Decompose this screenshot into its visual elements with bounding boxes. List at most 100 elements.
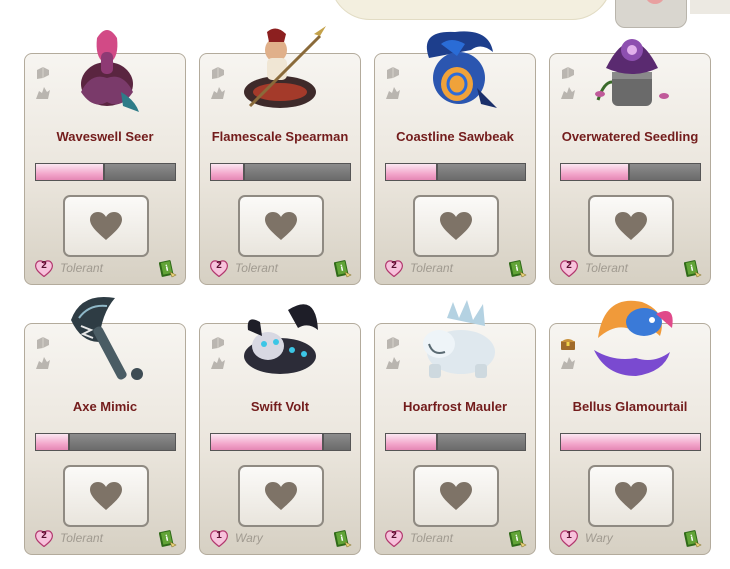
beast-silhouette-icon — [36, 357, 50, 369]
beast-silhouette-icon — [211, 87, 225, 99]
temperament-label: Tolerant — [410, 531, 453, 545]
familiar-badges — [385, 66, 407, 104]
bestiary-book-icon[interactable]: i — [334, 528, 352, 548]
familiar-type-icon — [387, 67, 399, 79]
familiar-type-icon — [37, 67, 49, 79]
heart-icon — [90, 482, 122, 510]
familiar-name: Bellus Glamourtail — [572, 399, 688, 414]
bond-level-number: 2 — [216, 260, 222, 271]
top-decoration-edge — [690, 0, 730, 14]
heart-icon — [440, 482, 472, 510]
heart-icon — [440, 212, 472, 240]
bestiary-book-icon[interactable]: i — [334, 258, 352, 278]
familiar-badges — [560, 66, 582, 104]
familiar-name: Hoarfrost Mauler — [402, 399, 508, 414]
beast-silhouette-icon — [36, 87, 50, 99]
card-footer: 2 Tolerant i — [35, 528, 177, 548]
beast-silhouette-icon — [561, 357, 575, 369]
temperament-label: Tolerant — [410, 261, 453, 275]
storm-wolf-familiar-icon — [244, 304, 318, 374]
familiar-type-icon — [37, 337, 49, 349]
ice-bear-familiar-icon — [423, 300, 495, 378]
bond-progress-fill — [36, 434, 70, 450]
beast-silhouette-icon — [561, 87, 575, 99]
bond-progress-bar — [210, 163, 351, 181]
bond-level-number: 2 — [41, 260, 47, 271]
familiar-card: Flamescale Spearman 2 Tolerant i — [199, 26, 361, 285]
bestiary-book-icon[interactable]: i — [684, 528, 702, 548]
card-footer: 2 Tolerant i — [35, 258, 177, 278]
familiar-type-icon — [212, 67, 224, 79]
familiar-badges — [210, 66, 232, 104]
bond-heart-button[interactable] — [413, 465, 499, 527]
fish-familiar-icon — [594, 300, 673, 376]
card-footer: 1 Wary i — [560, 528, 702, 548]
bond-heart-button[interactable] — [588, 465, 674, 527]
bond-progress-bar — [35, 433, 176, 451]
familiar-badges — [560, 336, 582, 374]
familiar-name: Waveswell Seer — [56, 129, 154, 144]
card-footer: 2 Tolerant i — [210, 258, 352, 278]
bestiary-book-icon[interactable]: i — [509, 528, 527, 548]
bestiary-book-icon[interactable]: i — [509, 258, 527, 278]
bond-progress-fill — [386, 434, 439, 450]
bond-heart-button[interactable] — [413, 195, 499, 257]
bestiary-book-icon[interactable]: i — [159, 528, 177, 548]
temperament-label: Wary — [235, 531, 263, 545]
heart-icon — [265, 212, 297, 240]
bond-progress-bar — [560, 163, 701, 181]
familiar-name: Coastline Sawbeak — [396, 129, 514, 144]
temperament-label: Wary — [585, 531, 613, 545]
bond-progress-bar — [385, 163, 526, 181]
top-decoration — [330, 0, 612, 20]
familiar-badges — [210, 336, 232, 374]
bond-level-number: 2 — [391, 260, 397, 271]
card-footer: 2 Tolerant i — [560, 258, 702, 278]
familiar-card: Overwatered Seedling 2 Tolerant i — [549, 39, 711, 285]
familiar-badges — [35, 66, 57, 104]
bond-level-number: 2 — [41, 530, 47, 541]
heart-icon — [615, 482, 647, 510]
mermaid-familiar-icon — [81, 30, 139, 112]
potted-plant-familiar-icon — [595, 39, 669, 106]
card-footer: 2 Tolerant i — [385, 258, 527, 278]
familiar-card: Swift Volt 1 Wary i — [199, 304, 361, 555]
card-footer: 2 Tolerant i — [385, 528, 527, 548]
familiar-type-icon — [562, 67, 574, 79]
bond-level-number: 1 — [216, 530, 222, 541]
bond-progress-fill — [211, 164, 245, 180]
beast-silhouette-icon — [386, 87, 400, 99]
bond-level-number: 1 — [566, 530, 572, 541]
temperament-label: Tolerant — [60, 531, 103, 545]
heart-icon — [265, 482, 297, 510]
familiar-type-icon — [212, 337, 224, 349]
familiar-badges — [35, 336, 57, 374]
bond-progress-bar — [210, 433, 351, 451]
bond-progress-fill — [561, 164, 630, 180]
bond-progress-fill — [386, 164, 439, 180]
bond-progress-bar — [35, 163, 176, 181]
temperament-label: Tolerant — [235, 261, 278, 275]
bond-progress-fill — [211, 434, 325, 450]
bond-heart-button[interactable] — [63, 195, 149, 257]
familiar-name: Flamescale Spearman — [211, 129, 349, 144]
bond-heart-button[interactable] — [238, 195, 324, 257]
bond-progress-bar — [560, 433, 701, 451]
temperament-label: Tolerant — [585, 261, 628, 275]
bond-progress-fill — [36, 164, 105, 180]
familiar-card: Axe Mimic 2 Tolerant i — [24, 296, 186, 555]
bond-heart-button[interactable] — [238, 465, 324, 527]
bond-progress-fill — [561, 434, 700, 450]
familiar-card: Hoarfrost Mauler 2 Tolerant i — [374, 300, 536, 555]
axe-mimic-familiar-icon — [71, 296, 143, 380]
familiar-card: Bellus Glamourtail 1 Wary i — [549, 300, 711, 555]
bestiary-book-icon[interactable]: i — [684, 258, 702, 278]
bond-heart-button[interactable] — [63, 465, 149, 527]
temperament-label: Tolerant — [60, 261, 103, 275]
familiar-card: Waveswell Seer 2 Tolerant i — [24, 30, 186, 285]
bond-heart-button[interactable] — [588, 195, 674, 257]
bestiary-book-icon[interactable]: i — [159, 258, 177, 278]
familiar-name: Axe Mimic — [72, 399, 138, 414]
naga-spearman-familiar-icon — [244, 26, 326, 108]
beast-silhouette-icon — [211, 357, 225, 369]
